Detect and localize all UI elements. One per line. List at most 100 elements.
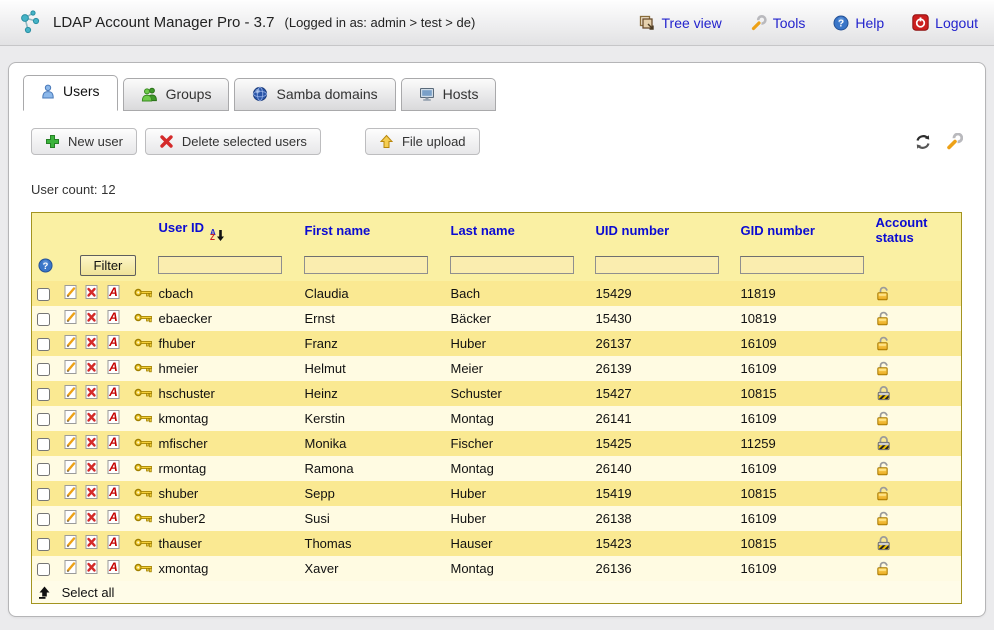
delete-user-icon[interactable] xyxy=(84,284,99,303)
user-id-cell[interactable]: thauser xyxy=(154,531,300,556)
pdf-export-icon[interactable]: A xyxy=(106,384,121,403)
user-id-cell[interactable]: cbach xyxy=(154,281,300,306)
row-checkbox[interactable] xyxy=(37,463,50,476)
pdf-export-icon[interactable]: A xyxy=(106,409,121,428)
menu-help[interactable]: ? Help xyxy=(833,15,884,31)
pdf-export-icon[interactable]: A xyxy=(106,559,121,578)
refresh-icon[interactable] xyxy=(914,133,932,151)
select-all-cell[interactable]: Select all xyxy=(32,581,962,604)
pdf-export-icon[interactable]: A xyxy=(106,459,121,478)
row-checkbox[interactable] xyxy=(37,488,50,501)
delete-user-icon[interactable] xyxy=(84,334,99,353)
user-id-cell[interactable]: fhuber xyxy=(154,331,300,356)
filter-input-gid-number[interactable] xyxy=(740,256,864,274)
filter-input-user-id[interactable] xyxy=(158,256,282,274)
user-id-cell[interactable]: kmontag xyxy=(154,406,300,431)
password-key-icon[interactable] xyxy=(134,286,153,301)
user-id-cell[interactable]: shuber xyxy=(154,481,300,506)
row-checkbox[interactable] xyxy=(37,513,50,526)
new-user-button[interactable]: New user xyxy=(31,128,137,155)
edit-user-icon[interactable] xyxy=(63,534,78,553)
column-header-uid-number[interactable]: UID number xyxy=(591,213,736,250)
password-key-icon[interactable] xyxy=(134,311,153,326)
column-header-account-status[interactable]: Account status xyxy=(871,213,962,250)
settings-wrench-icon[interactable] xyxy=(945,133,963,150)
pdf-export-icon[interactable]: A xyxy=(106,509,121,528)
row-checkbox[interactable] xyxy=(37,363,50,376)
row-checkbox[interactable] xyxy=(37,288,50,301)
help-icon[interactable]: ? xyxy=(38,258,53,273)
password-key-icon[interactable] xyxy=(134,486,153,501)
column-header-user-id[interactable]: User IDAZ xyxy=(154,213,300,250)
tab-hosts[interactable]: Hosts xyxy=(401,78,497,111)
pdf-export-icon[interactable]: A xyxy=(106,359,121,378)
delete-user-icon[interactable] xyxy=(84,509,99,528)
edit-user-icon[interactable] xyxy=(63,459,78,478)
filter-input-first-name[interactable] xyxy=(304,256,428,274)
account-status-cell xyxy=(871,456,962,481)
menu-tree-view[interactable]: Tree view xyxy=(639,15,722,31)
password-key-icon[interactable] xyxy=(134,386,153,401)
pdf-export-icon[interactable]: A xyxy=(106,334,121,353)
password-key-icon[interactable] xyxy=(134,436,153,451)
delete-selected-users-button[interactable]: Delete selected users xyxy=(145,128,321,155)
edit-user-icon[interactable] xyxy=(63,309,78,328)
filter-input-uid-number[interactable] xyxy=(595,256,719,274)
column-header-gid-number[interactable]: GID number xyxy=(736,213,871,250)
row-checkbox[interactable] xyxy=(37,438,50,451)
password-key-icon[interactable] xyxy=(134,536,153,551)
user-id-cell[interactable]: ebaecker xyxy=(154,306,300,331)
row-checkbox[interactable] xyxy=(37,388,50,401)
pdf-export-icon[interactable]: A xyxy=(106,284,121,303)
edit-user-icon[interactable] xyxy=(63,484,78,503)
delete-user-icon[interactable] xyxy=(84,534,99,553)
password-key-icon[interactable] xyxy=(134,361,153,376)
delete-user-icon[interactable] xyxy=(84,434,99,453)
row-checkbox[interactable] xyxy=(37,538,50,551)
pdf-export-icon[interactable]: A xyxy=(106,484,121,503)
user-id-cell[interactable]: xmontag xyxy=(154,556,300,581)
filter-button[interactable]: Filter xyxy=(80,255,137,276)
row-checkbox[interactable] xyxy=(37,313,50,326)
pdf-export-icon[interactable]: A xyxy=(106,534,121,553)
edit-user-icon[interactable] xyxy=(63,434,78,453)
user-id-cell[interactable]: hmeier xyxy=(154,356,300,381)
row-checkbox[interactable] xyxy=(37,563,50,576)
password-key-icon[interactable] xyxy=(134,561,153,576)
edit-user-icon[interactable] xyxy=(63,284,78,303)
edit-user-icon[interactable] xyxy=(63,409,78,428)
user-id-cell[interactable]: rmontag xyxy=(154,456,300,481)
user-id-cell[interactable]: shuber2 xyxy=(154,506,300,531)
delete-user-icon[interactable] xyxy=(84,309,99,328)
password-key-icon[interactable] xyxy=(134,511,153,526)
password-key-icon[interactable] xyxy=(134,411,153,426)
delete-user-icon[interactable] xyxy=(84,384,99,403)
user-id-cell[interactable]: hschuster xyxy=(154,381,300,406)
column-header-last-name[interactable]: Last name xyxy=(446,213,591,250)
edit-user-icon[interactable] xyxy=(63,334,78,353)
delete-user-icon[interactable] xyxy=(84,459,99,478)
password-key-icon[interactable] xyxy=(134,336,153,351)
row-checkbox[interactable] xyxy=(37,338,50,351)
tab-groups[interactable]: Groups xyxy=(123,78,230,111)
file-upload-button[interactable]: File upload xyxy=(365,128,480,155)
menu-logout[interactable]: Logout xyxy=(912,14,978,31)
pdf-export-icon[interactable]: A xyxy=(106,309,121,328)
edit-user-icon[interactable] xyxy=(63,359,78,378)
delete-user-icon[interactable] xyxy=(84,409,99,428)
edit-user-icon[interactable] xyxy=(63,509,78,528)
row-checkbox[interactable] xyxy=(37,413,50,426)
edit-user-icon[interactable] xyxy=(63,384,78,403)
tab-users[interactable]: Users xyxy=(23,75,118,111)
tab-samba-domains[interactable]: Samba domains xyxy=(234,78,395,111)
delete-user-icon[interactable] xyxy=(84,559,99,578)
menu-tools[interactable]: Tools xyxy=(750,15,806,31)
password-key-icon[interactable] xyxy=(134,461,153,476)
delete-user-icon[interactable] xyxy=(84,359,99,378)
user-id-cell[interactable]: mfischer xyxy=(154,431,300,456)
pdf-export-icon[interactable]: A xyxy=(106,434,121,453)
delete-user-icon[interactable] xyxy=(84,484,99,503)
filter-input-last-name[interactable] xyxy=(450,256,574,274)
column-header-first-name[interactable]: First name xyxy=(300,213,446,250)
edit-user-icon[interactable] xyxy=(63,559,78,578)
